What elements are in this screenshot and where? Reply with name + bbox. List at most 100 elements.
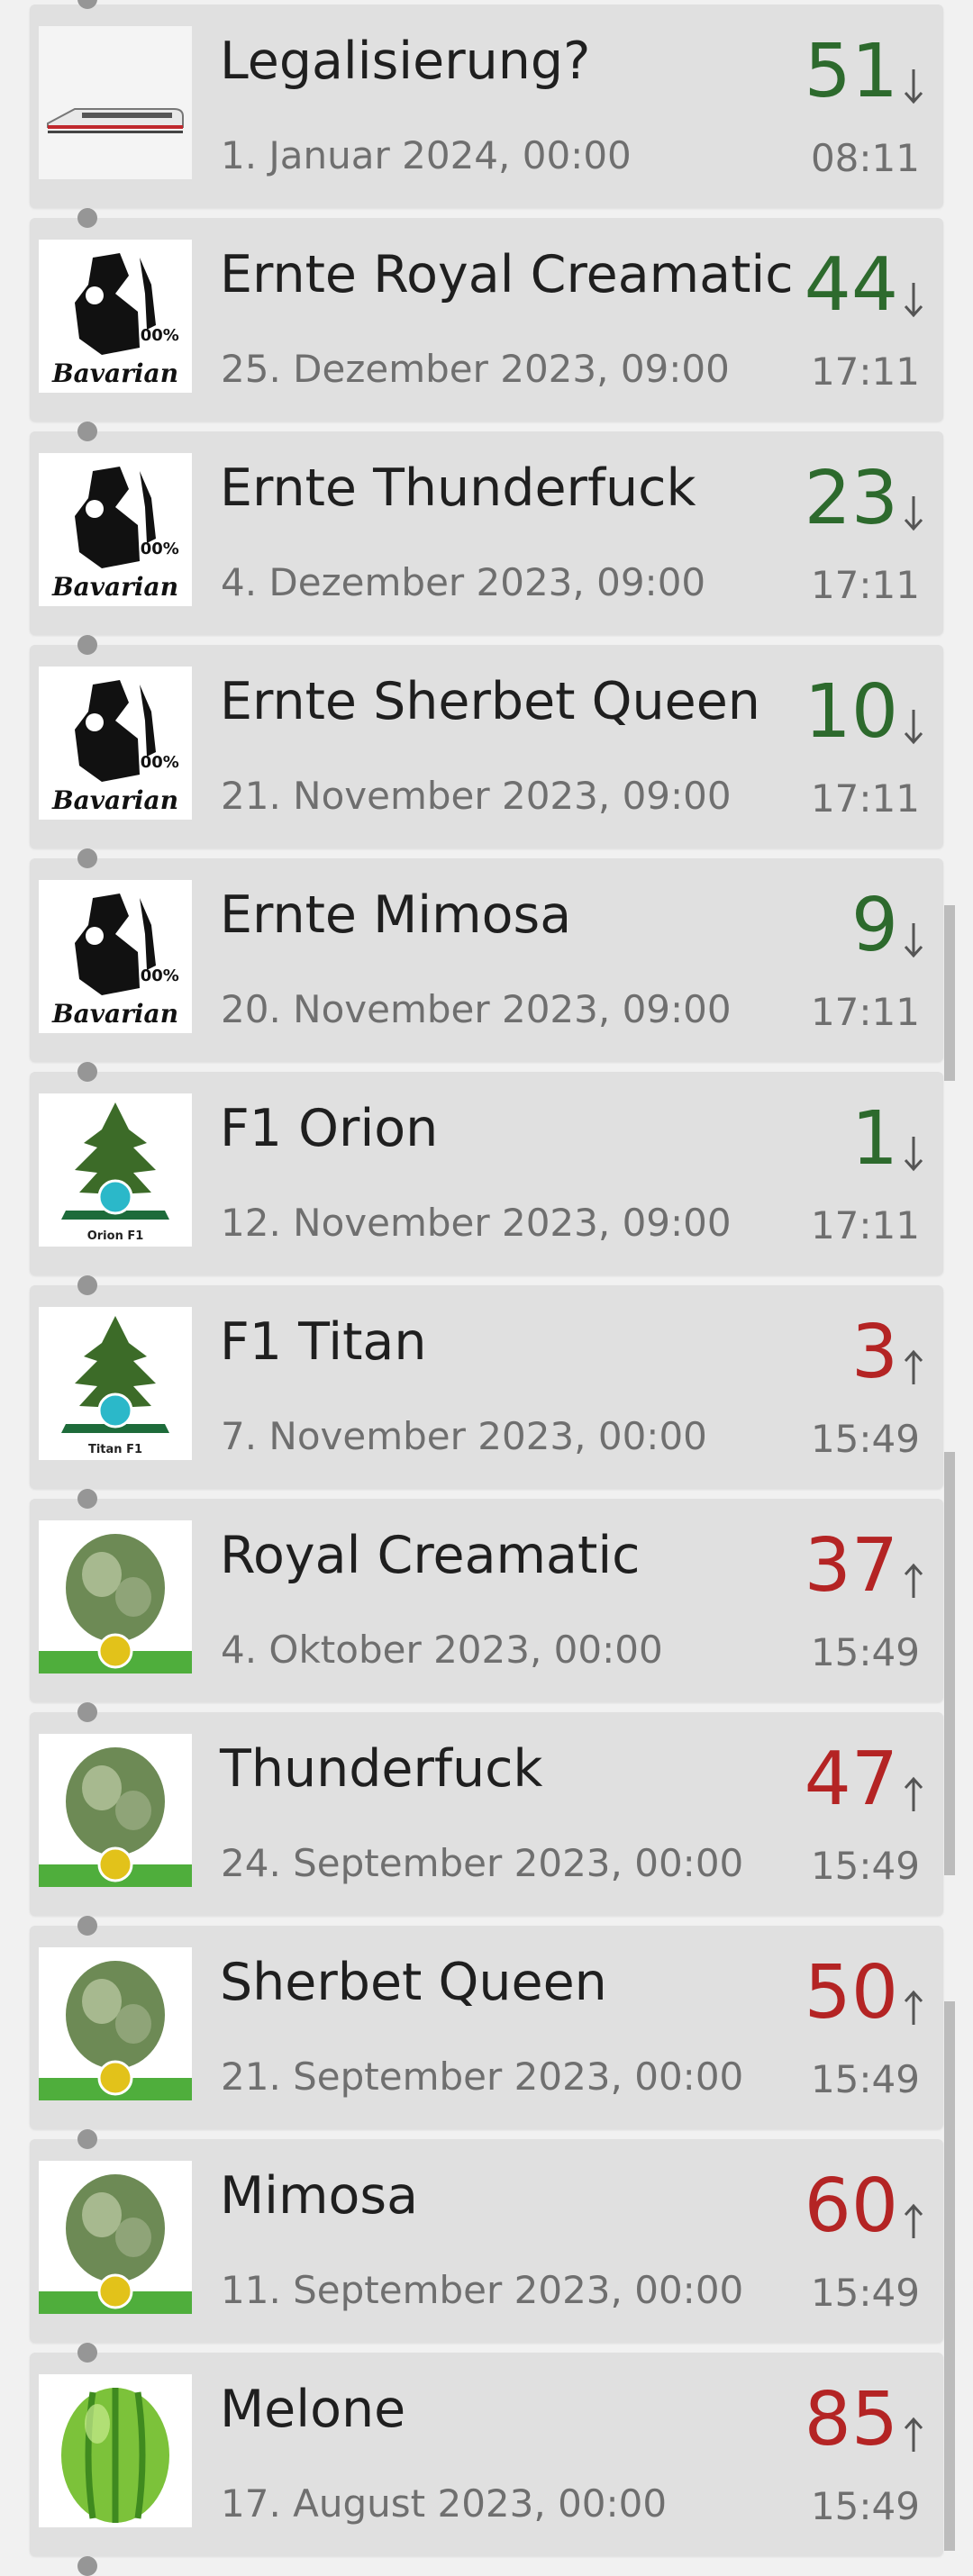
event-card[interactable]: 100% Bavarian Ernte Sherbet Queen 21. Novem… xyxy=(30,645,943,848)
arrow-up-icon xyxy=(902,1989,925,2027)
event-count: 47 xyxy=(804,1737,898,1822)
timeline-dot xyxy=(77,1489,97,1509)
event-title: Ernte Royal Creamatic xyxy=(220,245,794,304)
train-icon xyxy=(39,26,192,179)
bavarian-logo-icon: 100% Bavarian xyxy=(39,667,192,820)
event-title: Ernte Thunderfuck xyxy=(220,458,696,518)
arrow-down-icon xyxy=(902,68,925,105)
scrollbar-segment[interactable] xyxy=(944,905,955,1081)
event-card[interactable]: Thunderfuck 24. September 2023, 00:00 47 15… xyxy=(30,1712,943,1916)
event-time: 08:11 xyxy=(810,136,920,180)
event-time: 15:49 xyxy=(810,2057,920,2101)
svg-text:100%: 100% xyxy=(129,753,179,772)
event-count: 85 xyxy=(804,2377,898,2463)
event-count: 50 xyxy=(804,1950,898,2036)
event-card[interactable]: Royal Creamatic 4. Oktober 2023, 00:00 37 1… xyxy=(30,1499,943,1702)
timeline-dot xyxy=(77,1275,97,1295)
timeline-dot xyxy=(77,1916,97,1936)
arrow-down-icon xyxy=(902,1135,925,1173)
bavarian-logo-icon: 100% Bavarian xyxy=(39,240,192,393)
event-title: F1 Orion xyxy=(220,1099,439,1158)
timeline-dot xyxy=(77,848,97,868)
event-time: 17:11 xyxy=(810,349,920,394)
event-date: 12. November 2023, 09:00 xyxy=(221,1201,732,1245)
event-count: 44 xyxy=(804,242,898,328)
timeline-dot xyxy=(77,1062,97,1082)
cannabis-bud-icon xyxy=(39,1520,192,1673)
event-title: Ernte Mimosa xyxy=(220,885,572,945)
event-count: 23 xyxy=(804,456,898,541)
event-title: Thunderfuck xyxy=(220,1739,543,1799)
event-title: F1 Titan xyxy=(220,1312,427,1372)
event-date: 17. August 2023, 00:00 xyxy=(221,2481,668,2526)
arrow-down-icon xyxy=(902,921,925,959)
melon-icon xyxy=(39,2374,192,2527)
cannabis-bud-icon xyxy=(39,1734,192,1887)
svg-text:Bavarian: Bavarian xyxy=(51,999,178,1029)
arrow-down-icon xyxy=(902,281,925,319)
event-time: 15:49 xyxy=(810,1630,920,1674)
event-count: 1 xyxy=(850,1096,898,1182)
event-count: 3 xyxy=(850,1310,898,1395)
svg-text:100%: 100% xyxy=(129,966,179,985)
svg-text:Orion F1: Orion F1 xyxy=(87,1229,144,1243)
event-card[interactable]: Melone 17. August 2023, 00:00 85 15:49 xyxy=(30,2353,943,2556)
event-card[interactable]: Sherbet Queen 21. September 2023, 00:00 50… xyxy=(30,1926,943,2129)
event-card[interactable]: Mimosa 11. September 2023, 00:00 60 15:49 xyxy=(30,2139,943,2343)
timeline-dot xyxy=(77,422,97,441)
event-title: Ernte Sherbet Queen xyxy=(220,672,760,731)
scrollbar-segment[interactable] xyxy=(944,2001,955,2551)
arrow-up-icon xyxy=(902,1348,925,1386)
svg-text:Titan F1: Titan F1 xyxy=(88,1443,142,1456)
event-date: 1. Januar 2024, 00:00 xyxy=(221,133,632,177)
event-title: Royal Creamatic xyxy=(220,1526,641,1585)
timeline-dot xyxy=(77,2129,97,2149)
event-list: Legalisierung? 1. Januar 2024, 00:00 51 08:… xyxy=(0,0,973,2576)
event-time: 17:11 xyxy=(810,1203,920,1247)
event-date: 21. September 2023, 00:00 xyxy=(221,2054,744,2099)
arrow-up-icon xyxy=(902,2416,925,2454)
event-time: 17:11 xyxy=(810,990,920,1034)
event-date: 21. November 2023, 09:00 xyxy=(221,774,732,818)
timeline-dot xyxy=(77,1702,97,1722)
scrollbar-segment[interactable] xyxy=(944,1452,955,1875)
event-card[interactable]: Orion F1 F1 Orion 12. November 2023, 09:00… xyxy=(30,1072,943,1275)
event-count: 51 xyxy=(804,29,898,114)
plant-icon: Orion F1 xyxy=(39,1093,192,1247)
cannabis-bud-icon xyxy=(39,2161,192,2314)
arrow-down-icon xyxy=(902,708,925,746)
event-card[interactable]: 100% Bavarian Ernte Mimosa 20. November 202… xyxy=(30,858,943,1062)
event-time: 17:11 xyxy=(810,563,920,607)
event-card[interactable]: 100% Bavarian Ernte Royal Creamatic 25. Dez… xyxy=(30,218,943,422)
event-count: 9 xyxy=(850,883,898,968)
arrow-up-icon xyxy=(902,2202,925,2240)
timeline-dot xyxy=(77,635,97,655)
svg-text:100%: 100% xyxy=(129,326,179,345)
cannabis-bud-icon xyxy=(39,1947,192,2100)
event-date: 11. September 2023, 00:00 xyxy=(221,2268,744,2312)
svg-text:Bavarian: Bavarian xyxy=(51,785,178,815)
event-time: 15:49 xyxy=(810,2484,920,2528)
timeline-dot xyxy=(77,2343,97,2363)
svg-text:100%: 100% xyxy=(129,540,179,558)
event-card[interactable]: Titan F1 F1 Titan 7. November 2023, 00:00 3… xyxy=(30,1285,943,1489)
event-card[interactable]: 100% Bavarian Ernte Thunderfuck 4. Dezember… xyxy=(30,431,943,635)
bavarian-logo-icon: 100% Bavarian xyxy=(39,880,192,1033)
event-count: 10 xyxy=(804,669,898,755)
event-date: 4. Dezember 2023, 09:00 xyxy=(221,560,706,604)
event-card[interactable]: Legalisierung? 1. Januar 2024, 00:00 51 08:… xyxy=(30,5,943,208)
plant-icon: Titan F1 xyxy=(39,1307,192,1460)
svg-text:Bavarian: Bavarian xyxy=(51,572,178,602)
event-count: 60 xyxy=(804,2163,898,2249)
event-time: 15:49 xyxy=(810,1844,920,1888)
arrow-down-icon xyxy=(902,494,925,532)
bavarian-logo-icon: 100% Bavarian xyxy=(39,453,192,606)
event-title: Mimosa xyxy=(220,2166,419,2226)
event-time: 15:49 xyxy=(810,1417,920,1461)
event-date: 7. November 2023, 00:00 xyxy=(221,1414,707,1458)
event-date: 24. September 2023, 00:00 xyxy=(221,1841,744,1885)
arrow-up-icon xyxy=(902,1775,925,1813)
timeline-dot xyxy=(77,2556,97,2576)
event-title: Legalisierung? xyxy=(220,32,591,91)
event-date: 25. Dezember 2023, 09:00 xyxy=(221,347,730,391)
